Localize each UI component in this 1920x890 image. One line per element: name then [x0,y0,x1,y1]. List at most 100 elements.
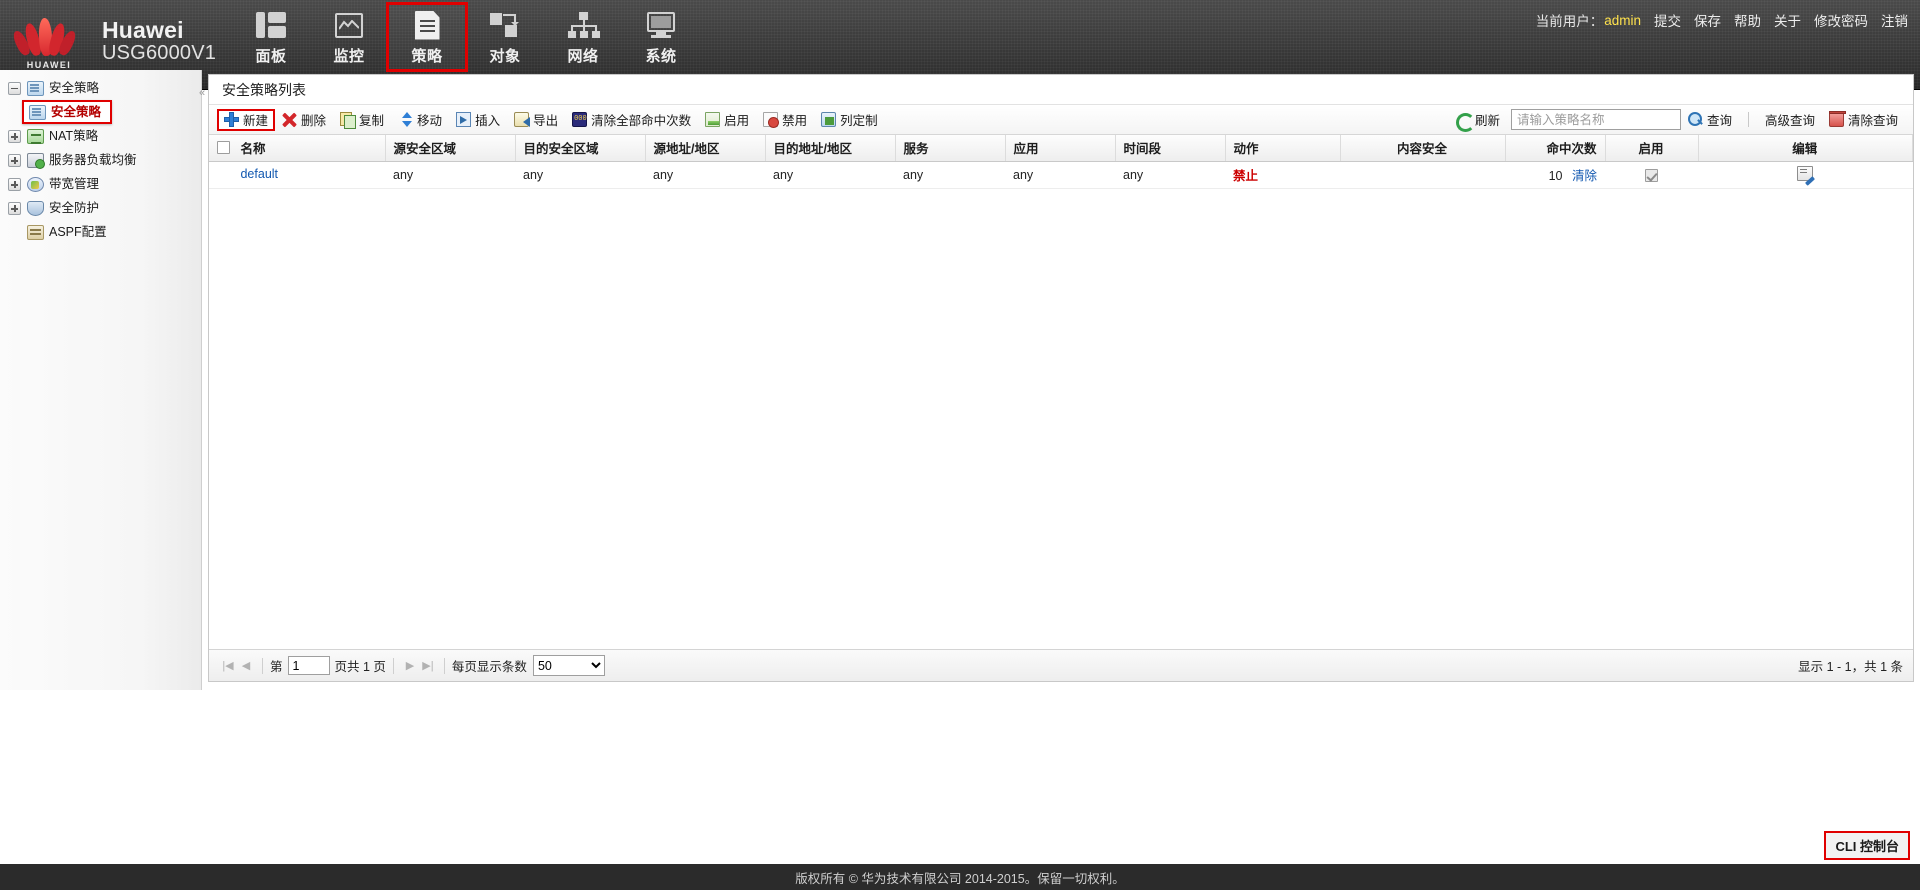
sidebar-item-security-policy-group[interactable]: 安全策略 [0,76,201,100]
pagination-bar: |◀ ◀ 第 页共 1 页 ▶ ▶| 每页显示条数 102050100 显示 1… [209,649,1913,681]
refresh-icon [1455,112,1475,132]
delete-button-label: 删除 [301,114,327,128]
nav-item-dashboard[interactable]: 面板 [232,4,310,70]
current-user-name: admin [1604,12,1641,28]
enable-button-label: 启用 [724,114,750,128]
next-page-button[interactable]: ▶ [401,657,419,675]
nav-label-network: 网络 [567,48,599,65]
enable-button[interactable]: 启用 [698,109,756,131]
sidebar-collapse-handle[interactable]: « [196,78,208,108]
system-icon [646,9,676,41]
nav-item-network[interactable]: 网络 [544,4,622,70]
cli-console-button[interactable]: CLI 控制台 [1824,831,1910,860]
col-time-range: 时间段 [1115,135,1226,162]
export-button[interactable]: 导出 [507,109,565,131]
col-service: 服务 [895,135,1006,162]
col-label-name: 名称 [240,142,266,157]
prev-page-button[interactable]: ◀ [237,657,255,675]
nat-policy-icon [27,129,44,144]
trash-icon [1828,111,1846,127]
nav-label-dashboard: 面板 [255,48,287,65]
network-icon [568,9,600,41]
insert-button-label: 插入 [475,114,501,128]
sidebar-item-nat-policy[interactable]: NAT策略 [0,125,201,149]
move-button-label: 移动 [417,114,443,128]
monitor-icon [335,9,363,41]
sidebar-item-security-policy[interactable]: 安全策略 [22,100,113,124]
shield-icon [27,201,44,216]
nav-item-system[interactable]: 系统 [622,4,700,70]
toolbar-divider [1747,112,1749,127]
link-logout[interactable]: 注销 [1881,10,1908,30]
page-size-label: 每页显示条数 [451,660,527,674]
top-right-links: 当前用户： admin 提交 保存 帮助 关于 修改密码 注销 [1536,10,1908,30]
page-number-input[interactable] [287,656,330,675]
pager-divider [392,657,394,674]
sidebar-item-server-load-balance[interactable]: 服务器负载均衡 [0,149,201,173]
clear-all-hits-button[interactable]: 清除全部命中次数 [565,109,698,131]
plus-icon [224,112,239,127]
collapse-toggle-icon[interactable] [8,81,21,95]
cell-dst-address: any [765,161,895,189]
edit-icon[interactable] [1796,165,1813,181]
bandwidth-icon [27,177,44,192]
sidebar-item-bandwidth[interactable]: 带宽管理 [0,173,201,197]
link-help[interactable]: 帮助 [1734,10,1761,30]
expand-toggle-icon[interactable] [8,202,21,215]
copy-button[interactable]: 复制 [333,109,391,131]
cell-service: any [895,161,1005,189]
sidebar-label-bandwidth: 带宽管理 [49,177,100,192]
nav-item-policy[interactable]: 策略 [386,2,468,72]
clear-query-button[interactable]: 清除查询 [1822,109,1905,131]
enabled-checkbox[interactable] [1644,168,1658,182]
huawei-wordmark: HUAWEI [26,60,72,70]
nav-label-system: 系统 [645,48,677,65]
query-button[interactable]: 查询 [1681,109,1739,131]
advanced-query-label: 高级查询 [1764,114,1815,128]
disable-icon [763,112,780,128]
export-button-label: 导出 [533,114,559,128]
link-about[interactable]: 关于 [1774,10,1801,30]
refresh-button[interactable]: 刷新 [1449,109,1507,132]
main-navigation: 面板 监控 策略 对象 网络 系统 [232,2,700,74]
refresh-label: 刷新 [1474,114,1500,128]
sidebar-label-server-load-balance: 服务器负载均衡 [49,153,137,168]
col-enabled: 启用 [1605,135,1699,162]
table-row[interactable]: default any any any any any any any 禁止 1… [209,161,1913,189]
pager-divider [262,657,263,674]
disable-button[interactable]: 禁用 [756,109,814,131]
expand-toggle-icon[interactable] [8,130,21,143]
nav-item-monitor[interactable]: 监控 [310,4,388,70]
sidebar-item-security-protection[interactable]: 安全防护 [0,197,201,221]
link-save[interactable]: 保存 [1694,10,1721,30]
last-page-button[interactable]: ▶| [419,657,437,675]
insert-icon [456,112,472,127]
sidebar-item-aspf[interactable]: ASPF配置 [0,221,201,245]
column-customize-button[interactable]: 列定制 [814,109,885,131]
enable-icon [705,112,721,127]
delete-button[interactable]: 删除 [275,109,333,131]
policy-icon [414,9,440,41]
link-submit[interactable]: 提交 [1654,10,1681,30]
policy-name-link[interactable]: default [240,167,278,181]
sidebar-label-security-protection: 安全防护 [49,201,100,216]
first-page-button[interactable]: |◀ [219,657,237,675]
move-button[interactable]: 移动 [391,109,449,131]
expand-toggle-icon[interactable] [8,178,21,191]
col-src-address: 源地址/地区 [645,135,766,162]
advanced-query-button[interactable]: 高级查询 [1758,109,1822,131]
page-title: 安全策略列表 [209,75,1913,105]
total-records-label: 显示 1 - 1，共 1 条 [1798,660,1903,674]
export-icon [514,112,531,127]
expand-toggle-icon[interactable] [8,154,21,167]
page-size-select[interactable]: 102050100 [532,655,605,676]
insert-button[interactable]: 插入 [449,109,507,131]
clear-hit-link[interactable]: 清除 [1572,169,1597,183]
select-all-checkbox[interactable] [217,141,230,155]
new-button[interactable]: 新建 [217,108,276,131]
nav-item-object[interactable]: 对象 [466,4,544,70]
search-input[interactable] [1510,109,1681,130]
copy-button-label: 复制 [359,114,385,128]
copy-icon [340,112,357,129]
link-change-password[interactable]: 修改密码 [1814,10,1868,30]
